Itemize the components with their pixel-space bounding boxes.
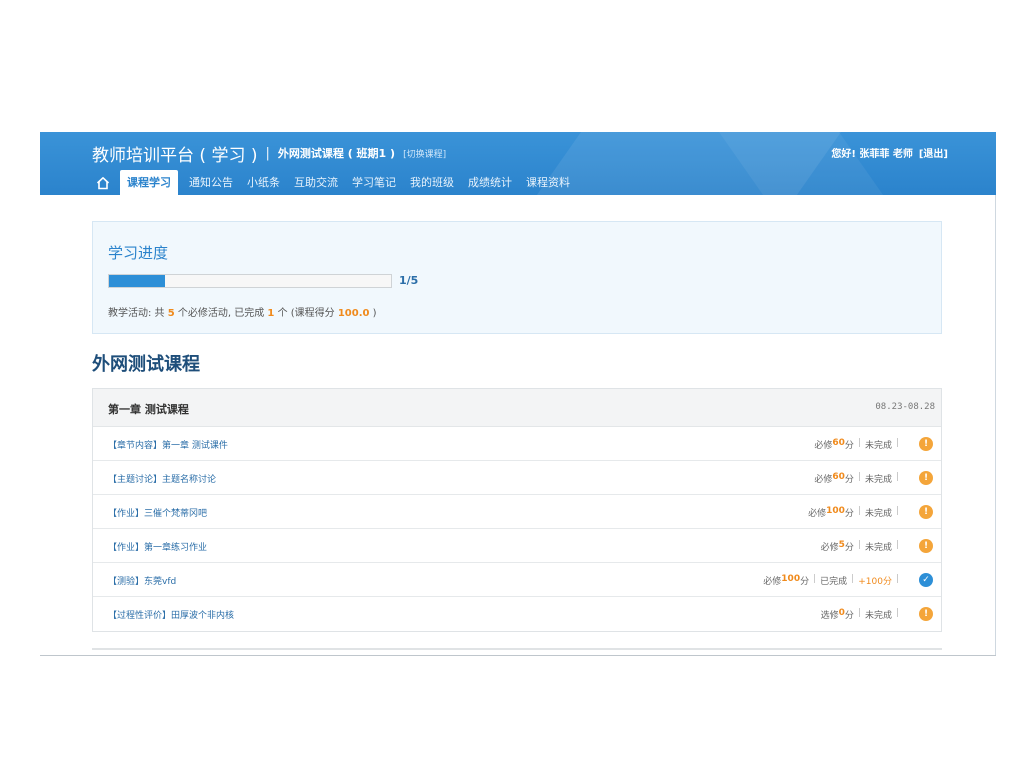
points-unit: 分	[844, 543, 854, 553]
status-divider: |	[851, 574, 855, 584]
requirement-type: 必修	[763, 577, 782, 587]
course-score: 100.0	[337, 308, 370, 319]
activity-status: 必修 100 分 | 已完成 | +100分 |	[763, 574, 903, 587]
header-bar: 教师培训平台 ( 学习 ) | 外网测试课程 ( 班期1 ) [切换课程] 您好…	[40, 132, 996, 195]
activity-row[interactable]: 【章节内容】第一章 测试课件 必修 60 分 | 未完成 |!	[93, 427, 941, 461]
activity-status: 必修 60 分 | 未完成 |	[814, 472, 903, 485]
status-divider: |	[895, 472, 899, 482]
points-unit: 分	[844, 475, 854, 485]
completion-status: 已完成	[820, 577, 848, 587]
switch-course-link[interactable]: [切换课程]	[403, 147, 446, 160]
activity-points: 60	[832, 438, 845, 448]
chapter-name: 第一章 测试课程	[108, 403, 189, 416]
completion-status: 未完成	[864, 441, 892, 451]
status-divider: |	[857, 608, 861, 618]
chapter-section: 第一章 测试课程 08.23-08.28 【章节内容】第一章 测试课件 必修 60 分…	[92, 388, 942, 632]
requirement-type: 必修	[814, 475, 833, 485]
activity-status: 选修 0 分 | 未完成 |	[821, 608, 903, 621]
activity-name[interactable]: 【测验】东莞vfd	[108, 574, 176, 587]
activity-status: 必修 100 分 | 未完成 |	[808, 506, 903, 519]
divider	[40, 655, 996, 656]
completion-status: 未完成	[864, 611, 892, 621]
chapter-header[interactable]: 第一章 测试课程 08.23-08.28	[93, 389, 941, 427]
alert-icon: !	[919, 607, 933, 621]
nav-tab-6[interactable]: 我的班级	[403, 170, 461, 195]
activity-points: 60	[832, 472, 845, 482]
title-separator: |	[265, 145, 270, 161]
status-divider: |	[895, 506, 899, 516]
app-frame: 教师培训平台 ( 学习 ) | 外网测试课程 ( 班期1 ) [切换课程] 您好…	[40, 132, 996, 656]
requirement-type: 必修	[808, 509, 827, 519]
progress-description: 教学活动: 共 5 个必修活动, 已完成 1 个 (课程得分 100.0 )	[108, 304, 377, 319]
requirement-type: 必修	[814, 441, 833, 451]
activity-points: 100	[826, 506, 845, 516]
completion-status: 未完成	[864, 475, 892, 485]
nav-tab-5[interactable]: 学习笔记	[345, 170, 403, 195]
activity-name[interactable]: 【作业】第一章练习作业	[108, 540, 207, 553]
points-unit: 分	[844, 509, 854, 519]
desc-text: )	[369, 308, 377, 319]
required-count: 5	[167, 308, 175, 319]
points-unit: 分	[844, 611, 854, 621]
activity-row[interactable]: 【作业】第一章练习作业 必修 5 分 | 未完成 |!	[93, 529, 941, 563]
status-divider: |	[895, 438, 899, 448]
points-unit: 分	[800, 577, 810, 587]
status-divider: |	[895, 608, 899, 618]
activity-name[interactable]: 【章节内容】第一章 测试课件	[108, 438, 228, 451]
logout-link[interactable]: [退出]	[919, 145, 948, 160]
nav-tab-3[interactable]: 小纸条	[240, 170, 287, 195]
activity-status: 必修 60 分 | 未完成 |	[814, 438, 903, 451]
alert-icon: !	[919, 437, 933, 451]
user-greeting: 您好! 张菲菲 老师	[831, 149, 913, 160]
requirement-type: 选修	[820, 611, 839, 621]
status-divider: |	[857, 506, 861, 516]
current-course-name: 外网测试课程 ( 班期1 )	[277, 147, 396, 160]
nav-tab-2[interactable]: 通知公告	[182, 170, 240, 195]
completion-status: 未完成	[864, 543, 892, 553]
user-area: 您好! 张菲菲 老师 [退出]	[831, 145, 948, 160]
bonus-points: +100分	[858, 577, 892, 587]
activity-row[interactable]: 【主题讨论】主题名称讨论 必修 60 分 | 未完成 |!	[93, 461, 941, 495]
title-row: 教师培训平台 ( 学习 ) | 外网测试课程 ( 班期1 ) [切换课程]	[92, 141, 446, 166]
course-title: 外网测试课程	[92, 354, 200, 375]
progress-bar	[108, 274, 392, 288]
activity-row[interactable]: 【作业】三催个梵蒂冈吧 必修 100 分 | 未完成 |!	[93, 495, 941, 529]
progress-bar-fill	[109, 275, 166, 287]
alert-icon: !	[919, 505, 933, 519]
activity-row[interactable]: 【测验】东莞vfd 必修 100 分 | 已完成 | +100分 | ✓	[93, 563, 941, 597]
platform-title: 教师培训平台 ( 学习 )	[92, 145, 258, 166]
progress-panel: 学习进度 1/5 教学活动: 共 5 个必修活动, 已完成 1 个 (课程得分 …	[92, 221, 942, 334]
points-unit: 分	[844, 441, 854, 451]
nav-tab-7[interactable]: 成绩统计	[461, 170, 519, 195]
check-icon: ✓	[919, 573, 933, 587]
nav-tab-1[interactable]: 课程学习	[120, 170, 178, 195]
divider	[92, 648, 942, 650]
alert-icon: !	[919, 539, 933, 553]
desc-text: 个 (课程得分	[274, 308, 338, 319]
activity-status: 必修 5 分 | 未完成 |	[821, 540, 903, 553]
activity-points: 100	[781, 574, 801, 584]
nav-tab-4[interactable]: 互助交流	[287, 170, 345, 195]
main-nav: 课程学习 通知公告 小纸条 互助交流 学习笔记 我的班级 成绩统计 课程资料	[92, 170, 577, 195]
status-divider: |	[857, 438, 861, 448]
activity-row[interactable]: 【过程性评价】田厚波个非内核 选修 0 分 | 未完成 |!	[93, 597, 941, 631]
completion-status: 未完成	[864, 509, 892, 519]
status-divider: |	[813, 574, 817, 584]
home-icon[interactable]	[92, 172, 114, 194]
desc-text: 个必修活动, 已完成	[174, 308, 268, 319]
progress-count: 1/5	[399, 274, 419, 287]
desc-text: 教学活动: 共	[108, 308, 168, 319]
activity-name[interactable]: 【作业】三催个梵蒂冈吧	[108, 506, 207, 519]
alert-icon: !	[919, 471, 933, 485]
progress-title: 学习进度	[108, 244, 169, 262]
nav-tab-8[interactable]: 课程资料	[519, 170, 577, 195]
status-divider: |	[857, 540, 861, 550]
status-divider: |	[895, 574, 899, 584]
requirement-type: 必修	[820, 543, 839, 553]
activity-name[interactable]: 【过程性评价】田厚波个非内核	[108, 608, 234, 621]
chapter-date-range: 08.23-08.28	[875, 402, 935, 412]
status-divider: |	[857, 472, 861, 482]
activity-name[interactable]: 【主题讨论】主题名称讨论	[108, 472, 216, 485]
status-divider: |	[895, 540, 899, 550]
